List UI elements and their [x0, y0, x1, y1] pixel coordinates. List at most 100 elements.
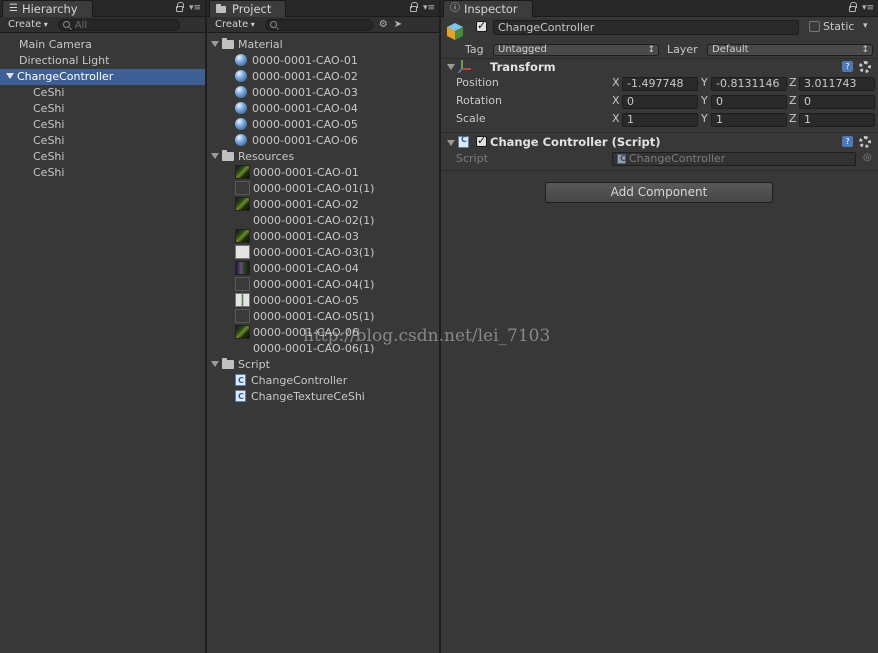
- project-asset[interactable]: 0000-0001-CAO-02: [207, 197, 439, 213]
- transform-z-field[interactable]: 0: [799, 95, 875, 109]
- transform-y-field[interactable]: 1: [711, 113, 787, 127]
- transform-z-field[interactable]: 3.011743: [799, 77, 875, 91]
- project-tabbar: Project ▾≡: [207, 0, 439, 17]
- project-folder[interactable]: Resources: [207, 149, 439, 165]
- transform-x-field[interactable]: 1: [622, 113, 698, 127]
- project-asset[interactable]: 0000-0001-CAO-03(1): [207, 245, 439, 261]
- static-checkbox[interactable]: [809, 21, 820, 32]
- static-dropdown-icon[interactable]: ▾: [863, 21, 868, 31]
- project-tree: Material 0000-0001-CAO-01 0000-0001-CAO-02…: [207, 33, 439, 405]
- object-picker-icon[interactable]: ◎: [863, 152, 872, 163]
- hierarchy-item-label: CeShi: [33, 150, 65, 163]
- project-asset[interactable]: 0000-0001-CAO-01: [207, 165, 439, 181]
- project-asset[interactable]: 0000-0001-CAO-02(1): [207, 213, 439, 229]
- transform-x-field[interactable]: 0: [622, 95, 698, 109]
- hierarchy-item[interactable]: Directional Light: [0, 53, 205, 69]
- search-input[interactable]: [264, 18, 373, 31]
- transform-y-field[interactable]: 0: [711, 95, 787, 109]
- project-asset[interactable]: 0000-0001-CAO-03: [207, 229, 439, 245]
- project-asset[interactable]: 0000-0001-CAO-04(1): [207, 277, 439, 293]
- project-asset[interactable]: 0000-0001-CAO-06: [207, 133, 439, 149]
- project-asset[interactable]: 0000-0001-CAO-05: [207, 117, 439, 133]
- project-asset[interactable]: 0000-0001-CAO-02: [207, 69, 439, 85]
- create-button[interactable]: Create: [211, 18, 259, 31]
- hierarchy-item[interactable]: CeShi: [0, 85, 205, 101]
- project-asset[interactable]: 0000-0001-CAO-01(1): [207, 181, 439, 197]
- create-button[interactable]: Create: [4, 18, 52, 31]
- hierarchy-item-label: CeShi: [33, 102, 65, 115]
- material-sphere-icon: [235, 118, 247, 130]
- script-value: ChangeController: [629, 152, 726, 165]
- layer-dropdown[interactable]: Default: [707, 44, 873, 56]
- texture-thumbnail-icon: [235, 325, 250, 339]
- help-icon[interactable]: ?: [842, 61, 853, 72]
- project-asset[interactable]: 0000-0001-CAO-05: [207, 293, 439, 309]
- tab-inspector[interactable]: ⓘ Inspector: [443, 0, 533, 17]
- transform-y-field[interactable]: -0.8131146: [711, 77, 787, 91]
- project-folder[interactable]: Script: [207, 357, 439, 373]
- divider: [441, 132, 878, 133]
- project-asset[interactable]: 0000-0001-CAO-05(1): [207, 309, 439, 325]
- project-asset[interactable]: ChangeTextureCeShi: [207, 389, 439, 405]
- folder-icon: [222, 38, 234, 49]
- asset-label: 0000-0001-CAO-05: [252, 118, 358, 131]
- asset-label: ChangeTextureCeShi: [251, 390, 365, 403]
- hierarchy-item[interactable]: CeShi: [0, 133, 205, 149]
- info-icon: ⓘ: [450, 3, 460, 14]
- tab-project[interactable]: Project: [209, 0, 287, 17]
- project-asset[interactable]: 0000-0001-CAO-01: [207, 53, 439, 69]
- project-asset[interactable]: 0000-0001-CAO-06(1): [207, 341, 439, 357]
- hierarchy-item[interactable]: CeShi: [0, 149, 205, 165]
- project-asset[interactable]: 0000-0001-CAO-04: [207, 261, 439, 277]
- hierarchy-item[interactable]: CeShi: [0, 117, 205, 133]
- script-object-field[interactable]: ChangeController: [612, 152, 856, 166]
- filter-by-type-icon[interactable]: ⚙: [379, 19, 388, 30]
- fold-arrow-icon[interactable]: [447, 64, 455, 70]
- hierarchy-item[interactable]: Main Camera: [0, 37, 205, 53]
- project-folder[interactable]: Material: [207, 37, 439, 53]
- filter-by-label-icon[interactable]: ➤: [394, 19, 402, 30]
- tab-icons: ▾≡: [409, 2, 435, 13]
- lock-icon[interactable]: [175, 2, 184, 12]
- hierarchy-item[interactable]: CeShi: [0, 165, 205, 181]
- help-icon[interactable]: ?: [842, 136, 853, 147]
- transform-z-field[interactable]: 1: [799, 113, 875, 127]
- inspector-panel: ⓘ Inspector ▾≡ ChangeController Static ▾…: [441, 0, 878, 653]
- project-asset[interactable]: 0000-0001-CAO-06: [207, 325, 439, 341]
- panel-menu-icon[interactable]: ▾≡: [423, 3, 435, 13]
- script-enabled-checkbox[interactable]: [476, 134, 487, 147]
- expand-arrow-icon[interactable]: [211, 41, 219, 47]
- asset-label: 0000-0001-CAO-04(1): [253, 278, 375, 291]
- asset-label: 0000-0001-CAO-06: [252, 134, 358, 147]
- lock-icon[interactable]: [409, 2, 418, 12]
- object-name-field[interactable]: ChangeController: [493, 20, 799, 35]
- panel-menu-icon[interactable]: ▾≡: [862, 3, 874, 13]
- lock-icon[interactable]: [848, 2, 857, 12]
- project-asset[interactable]: 0000-0001-CAO-04: [207, 101, 439, 117]
- hierarchy-item[interactable]: ChangeController: [0, 69, 205, 85]
- add-component-button[interactable]: Add Component: [545, 182, 773, 203]
- script-label: Script: [456, 152, 488, 165]
- texture-thumbnail-icon: [235, 261, 250, 275]
- project-panel: Project ▾≡ Create ⚙ ➤ Material 0000-0001-…: [207, 0, 439, 653]
- search-input[interactable]: All: [57, 18, 180, 31]
- expand-arrow-icon[interactable]: [211, 361, 219, 367]
- hierarchy-item[interactable]: CeShi: [0, 101, 205, 117]
- gear-icon[interactable]: [859, 136, 871, 148]
- static-label: Static: [823, 20, 855, 33]
- expand-arrow-icon[interactable]: [6, 73, 14, 79]
- gear-icon[interactable]: [859, 61, 871, 73]
- tab-hierarchy[interactable]: ☰ Hierarchy: [2, 0, 93, 17]
- transform-x-field[interactable]: -1.497748: [622, 77, 698, 91]
- active-checkbox[interactable]: [476, 19, 487, 32]
- project-asset[interactable]: ChangeController: [207, 373, 439, 389]
- asset-label: 0000-0001-CAO-04: [252, 102, 358, 115]
- transform-axes-icon: [458, 60, 471, 73]
- panel-menu-icon[interactable]: ▾≡: [189, 3, 201, 13]
- fold-arrow-icon[interactable]: [447, 140, 455, 146]
- project-asset[interactable]: 0000-0001-CAO-03: [207, 85, 439, 101]
- expand-arrow-icon[interactable]: [211, 153, 219, 159]
- material-sphere-icon: [235, 70, 247, 82]
- tag-dropdown[interactable]: Untagged: [493, 44, 659, 56]
- axis-z-label: Z: [789, 76, 797, 89]
